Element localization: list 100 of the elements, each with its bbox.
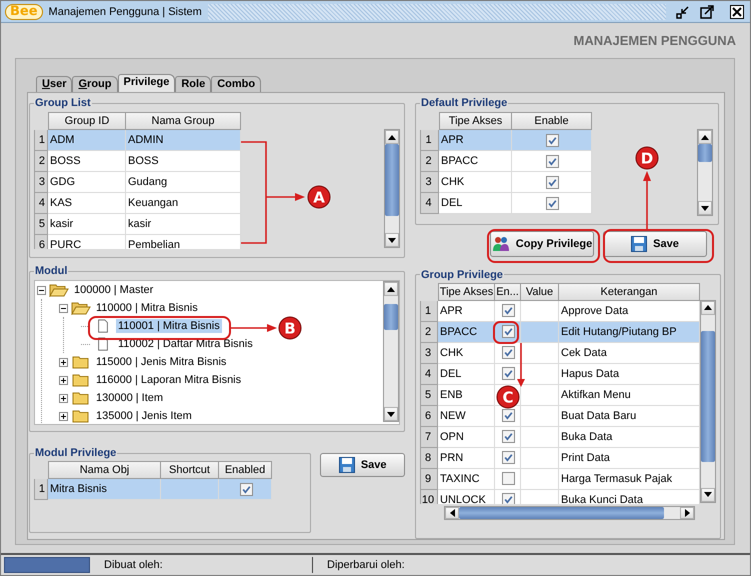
tree-item[interactable]: 100000 | Master: [72, 283, 156, 297]
group-title: Group Privilege: [420, 268, 504, 281]
column-header[interactable]: Nama Obj: [48, 461, 161, 479]
tab[interactable]: User: [36, 76, 72, 92]
table-cell: APR: [439, 130, 512, 151]
column-header[interactable]: Nama Group: [126, 112, 241, 130]
column-header[interactable]: En...: [495, 282, 521, 301]
table-cell: Approve Data: [559, 300, 700, 322]
table-row[interactable]: 1 APR Approve Data: [420, 300, 700, 322]
checkbox[interactable]: [546, 154, 559, 168]
horizontal-scrollbar[interactable]: [444, 506, 695, 520]
checkbox[interactable]: [502, 409, 515, 422]
checkbox[interactable]: [502, 325, 515, 338]
column-header[interactable]: Enable: [512, 112, 592, 130]
callout-badge: B: [278, 316, 302, 340]
checkbox[interactable]: [502, 346, 515, 360]
column-header[interactable]: Shortcut: [161, 461, 219, 479]
table-row[interactable]: 2 BPACC: [420, 151, 592, 172]
table-row[interactable]: 1 Mitra Bisnis: [34, 479, 306, 500]
tree-item[interactable]: 110000 | Mitra Bisnis: [94, 301, 200, 315]
expand-toggle[interactable]: [59, 412, 68, 420]
table-row[interactable]: 3 GDG Gudang: [34, 172, 241, 193]
column-header[interactable]: Group ID: [48, 112, 126, 130]
maximize-icon[interactable]: [700, 4, 714, 18]
tree-item[interactable]: 130000 | Item: [94, 391, 166, 405]
scroll-up-button[interactable]: [698, 130, 712, 144]
scroll-up-button[interactable]: [701, 300, 715, 315]
save-button[interactable]: Save: [320, 453, 405, 477]
column-header[interactable]: Keterangan: [559, 282, 700, 301]
caret-right-icon: [684, 508, 690, 517]
column-header[interactable]: Value: [521, 282, 559, 301]
tab[interactable]: Role: [175, 76, 212, 92]
checkbox[interactable]: [502, 451, 515, 464]
tab[interactable]: Privilege: [118, 74, 176, 92]
scroll-right-button[interactable]: [680, 506, 694, 519]
scrollbar[interactable]: [700, 300, 716, 503]
expand-toggle[interactable]: [59, 394, 68, 402]
scroll-down-button[interactable]: [701, 488, 715, 502]
tree-item[interactable]: 116000 | Laporan Mitra Bisnis: [94, 373, 244, 387]
table-cell: BPACC: [438, 322, 495, 343]
scrollbar-thumb[interactable]: [385, 144, 399, 216]
checkbox[interactable]: [502, 367, 515, 380]
scroll-down-button[interactable]: [698, 201, 712, 215]
table-cell: CHK: [439, 172, 512, 193]
close-icon[interactable]: [730, 4, 744, 18]
folder-icon: [71, 355, 91, 369]
scrollbar-thumb[interactable]: [701, 330, 715, 462]
checkbox[interactable]: [502, 472, 515, 486]
scroll-up-button[interactable]: [384, 282, 398, 296]
expand-toggle[interactable]: [59, 376, 68, 384]
scrollbar-thumb[interactable]: [459, 506, 664, 519]
scroll-down-button[interactable]: [385, 233, 399, 247]
table-row[interactable]: 1 APR: [420, 130, 592, 151]
tab[interactable]: Combo: [211, 76, 262, 92]
table-row[interactable]: 6 PURC Pembelian: [34, 235, 241, 249]
column-header[interactable]: Enabled: [219, 461, 272, 479]
table-row[interactable]: 4 DEL: [420, 193, 592, 214]
row-number: 6: [420, 406, 438, 427]
collapse-toggle[interactable]: [37, 286, 46, 294]
table-row[interactable]: 7 OPN Buka Data: [420, 426, 700, 448]
column-header[interactable]: Tipe Akses: [438, 282, 495, 301]
checkbox[interactable]: [240, 482, 252, 496]
table-cell: Aktifkan Menu: [559, 384, 700, 406]
checkbox[interactable]: [502, 304, 515, 318]
tree-item[interactable]: 115000 | Jenis Mitra Bisnis: [94, 355, 228, 369]
collapse-toggle[interactable]: [59, 304, 68, 312]
tab[interactable]: Group: [72, 76, 118, 92]
scroll-up-button[interactable]: [385, 130, 399, 144]
checkbox[interactable]: [502, 493, 515, 504]
table-row[interactable]: 4 KAS Keuangan: [34, 193, 241, 214]
copy-privilege-button[interactable]: Copy Privilege: [490, 230, 594, 257]
checkbox[interactable]: [546, 196, 559, 210]
table-row[interactable]: 8 PRN Print Data: [420, 448, 700, 469]
checkbox[interactable]: [546, 134, 559, 146]
scrollbar-thumb[interactable]: [698, 144, 712, 162]
scroll-left-button[interactable]: [445, 506, 459, 519]
row-number: 5: [34, 214, 48, 235]
table-row[interactable]: 3 CHK: [420, 172, 592, 193]
scrollbar[interactable]: [384, 129, 400, 248]
table-row[interactable]: 2 BPACC Edit Hutang/Piutang BP: [420, 322, 700, 343]
tree-item[interactable]: 135000 | Jenis Item: [94, 409, 194, 423]
table-row[interactable]: 3 CHK Cek Data: [420, 342, 700, 364]
checkbox[interactable]: [546, 176, 559, 188]
column-header[interactable]: Tipe Akses: [439, 112, 512, 130]
table-row[interactable]: 9 TAXINC Harga Termasuk Pajak: [420, 468, 700, 490]
scrollbar[interactable]: [383, 281, 399, 422]
callout-arrow: [517, 343, 525, 387]
minimize-icon[interactable]: [676, 4, 690, 18]
checkbox[interactable]: [502, 430, 515, 444]
tree-item[interactable]: 110001 | Mitra Bisnis: [116, 319, 222, 333]
scroll-down-button[interactable]: [384, 407, 398, 421]
expand-toggle[interactable]: [59, 358, 68, 366]
table-row[interactable]: 5 kasir kasir: [34, 214, 241, 235]
scrollbar[interactable]: [697, 129, 713, 216]
scrollbar-thumb[interactable]: [384, 304, 398, 330]
save-button[interactable]: Save: [603, 230, 707, 257]
table-row[interactable]: 4 DEL Hapus Data: [420, 364, 700, 385]
table-row[interactable]: 2 BOSS BOSS: [34, 151, 241, 172]
table-row[interactable]: 6 NEW Buat Data Baru: [420, 406, 700, 427]
table-row[interactable]: 1 ADM ADMIN: [34, 130, 241, 151]
